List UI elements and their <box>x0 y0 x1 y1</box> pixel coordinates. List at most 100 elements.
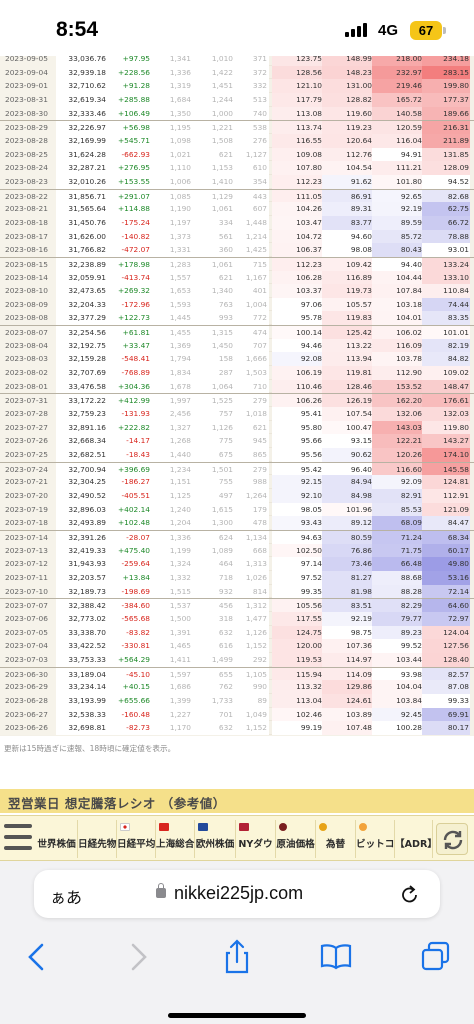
cell-vol-a: 1,391 <box>150 625 191 640</box>
refresh-button[interactable] <box>436 823 468 855</box>
cell-pad <box>470 611 474 626</box>
cell-close: 31,856.71 <box>56 189 106 204</box>
forward-button[interactable] <box>117 939 157 975</box>
table-row: 2023-07-20 32,490.52 -405.51 1,125 497 1,264 9… <box>0 489 474 503</box>
battery-icon: 67 <box>410 21 442 40</box>
category-item[interactable]: 世界株価 <box>36 820 78 858</box>
cell-ratio-2: 80.59 <box>322 530 372 545</box>
cell-ratio-3: 107.84 <box>372 284 422 298</box>
cell-date: 2023-07-28 <box>0 407 56 421</box>
table-row: 2023-08-08 32,377.29 +122.73 1,445 993 772 95.… <box>0 311 474 326</box>
menu-icon[interactable] <box>4 824 34 852</box>
table-row: 2023-07-26 32,668.34 -14.17 1,268 775 945 95.6… <box>0 434 474 449</box>
cell-change: +114.88 <box>106 202 150 216</box>
cell-ratio-1: 102.50 <box>272 543 322 558</box>
cell-change: -548.41 <box>106 352 150 367</box>
cell-ratio-1: 123.75 <box>272 56 322 66</box>
cell-date: 2023-08-02 <box>0 366 56 380</box>
cell-vol-a: 1,190 <box>150 202 191 216</box>
cell-vol-b: 1,525 <box>191 394 233 409</box>
cell-ratio-1: 97.52 <box>272 570 322 585</box>
category-label: ビットコ <box>356 839 395 850</box>
cell-vol-a: 1,399 <box>150 693 191 708</box>
tabs-button[interactable] <box>416 939 456 975</box>
cell-ratio-2: 148.23 <box>322 65 372 80</box>
cell-change: +475.40 <box>106 543 150 558</box>
cell-change: -28.07 <box>106 530 150 545</box>
category-item[interactable]: 上海総合 <box>156 820 195 858</box>
cell-vol-b: 1,089 <box>191 543 233 558</box>
cell-vol-b: 621 <box>191 270 233 285</box>
cell-ratio-2: 89.12 <box>322 516 372 530</box>
cell-date: 2023-07-13 <box>0 543 56 558</box>
category-item[interactable]: 為替 <box>316 820 356 858</box>
cell-pad <box>470 489 474 503</box>
cell-vol-a: 1,234 <box>150 462 191 477</box>
cell-ratio-2: 92.19 <box>322 611 372 626</box>
share-icon <box>225 939 249 974</box>
cell-ratio-3: 111.21 <box>372 161 422 175</box>
cell-vol-b: 456 <box>191 599 233 613</box>
address-bar[interactable]: ぁあ nikkei225jp.com <box>34 870 440 918</box>
cell-pad <box>470 448 474 462</box>
cell-close: 31,766.82 <box>56 243 106 257</box>
cell-change: -131.93 <box>106 407 150 421</box>
cell-date: 2023-08-09 <box>0 297 56 312</box>
cell-close: 32,538.33 <box>56 707 106 722</box>
category-item[interactable]: 原油価格 <box>276 820 316 858</box>
share-button[interactable] <box>217 939 257 975</box>
cell-close: 32,493.89 <box>56 516 106 530</box>
page-settings-button[interactable]: ぁあ <box>50 884 82 908</box>
cell-pad <box>470 311 474 326</box>
cell-change: -768.89 <box>106 366 150 380</box>
cell-ratio-4: 72.14 <box>422 584 470 599</box>
cell-pad <box>470 174 474 189</box>
cell-ratio-1: 105.56 <box>272 599 322 613</box>
cell-ratio-1: 106.26 <box>272 394 322 409</box>
cell-ratio-4: 189.66 <box>422 106 470 121</box>
url-text[interactable]: nikkei225jp.com <box>174 883 303 904</box>
cell-ratio-3: 66.48 <box>372 557 422 571</box>
cell-vol-c: 279 <box>233 462 269 477</box>
cell-vol-b: 775 <box>191 434 233 449</box>
cell-date: 2023-08-30 <box>0 106 56 121</box>
table-row: 2023-08-28 32,169.99 +545.71 1,098 1,508 276 1… <box>0 133 474 148</box>
back-button[interactable] <box>18 939 58 975</box>
category-item[interactable]: 【ADR】 <box>395 820 437 858</box>
category-item[interactable]: 日経平均 <box>117 820 156 858</box>
cell-ratio-4: 53.16 <box>422 570 470 585</box>
cell-ratio-4: 74.44 <box>422 297 470 312</box>
cell-change: +122.73 <box>106 311 150 326</box>
cell-ratio-2: 76.86 <box>322 543 372 558</box>
category-item[interactable]: ビットコ <box>356 820 395 858</box>
bookmarks-button[interactable] <box>316 939 356 975</box>
table-row: 2023-07-11 32,203.57 +13.84 1,332 718 1,026 97… <box>0 570 474 585</box>
cell-vol-c: 89 <box>233 693 269 708</box>
cell-change: +545.71 <box>106 133 150 148</box>
cell-ratio-2: 81.27 <box>322 570 372 585</box>
cell-vol-b: 158 <box>191 352 233 367</box>
cell-change: -259.64 <box>106 557 150 571</box>
cell-vol-c: 990 <box>233 680 269 694</box>
cell-vol-b: 464 <box>191 557 233 571</box>
reload-icon[interactable] <box>400 883 420 905</box>
cell-pad <box>470 133 474 148</box>
category-item[interactable]: 欧州株価 <box>195 820 236 858</box>
cell-ratio-2: 93.15 <box>322 434 372 449</box>
category-item[interactable]: 日経先物 <box>78 820 117 858</box>
cell-ratio-1: 117.79 <box>272 92 322 107</box>
cell-vol-b: 1,315 <box>191 326 233 340</box>
cell-vol-c: 372 <box>233 65 269 80</box>
cell-vol-b: 701 <box>191 707 233 722</box>
cell-vol-b: 1,244 <box>191 92 233 107</box>
cell-vol-c: 945 <box>233 434 269 449</box>
cell-vol-c: 1,264 <box>233 489 269 503</box>
cell-vol-b: 1,153 <box>191 161 233 175</box>
cell-close: 32,204.33 <box>56 297 106 312</box>
cell-ratio-2: 119.23 <box>322 121 372 135</box>
cell-vol-a: 1,204 <box>150 516 191 530</box>
table-row: 2023-07-13 32,419.33 +475.40 1,199 1,089 668 1… <box>0 543 474 558</box>
cell-ratio-2: 129.86 <box>322 680 372 694</box>
notice-bar[interactable]: 翌営業日 想定騰落レシオ （参考値） <box>0 789 474 813</box>
category-item[interactable]: NYダウ <box>236 820 276 858</box>
